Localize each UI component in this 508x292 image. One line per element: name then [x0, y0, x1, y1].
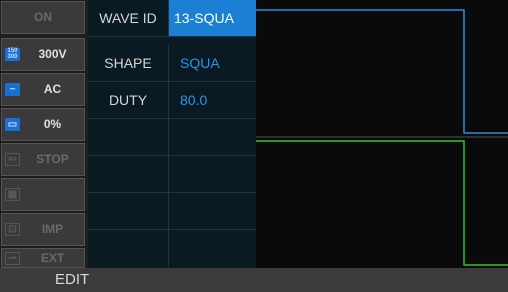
table-row [88, 230, 256, 267]
wave-id-value[interactable]: 13-SQUA [169, 0, 256, 36]
table-row [88, 119, 256, 156]
impedance-icon: ⊡ [5, 223, 20, 236]
blank-button[interactable]: ▦ [1, 178, 85, 211]
ext-button[interactable]: ⇀ EXT [1, 248, 85, 268]
table-row [88, 156, 256, 193]
empty-cell [88, 119, 169, 155]
trigger-icon: ⇀ [5, 252, 20, 265]
imp-button[interactable]: ⊡ IMP [1, 213, 85, 246]
stop-button[interactable]: ⇦ STOP [1, 143, 85, 176]
range-icon-text: 150 300 [7, 48, 18, 60]
empty-cell [88, 230, 169, 267]
range-icon: 150 300 [5, 48, 20, 61]
coupling-label: AC [43, 82, 62, 96]
edit-button[interactable]: EDIT [55, 268, 89, 292]
voltage-range-button[interactable]: 150 300 300V [1, 38, 85, 71]
table-row[interactable]: SHAPE SQUA [88, 45, 256, 82]
shape-label: SHAPE [88, 45, 169, 81]
scope-background [256, 0, 508, 268]
shape-value[interactable]: SQUA [169, 45, 256, 81]
table-row[interactable]: DUTY 80.0 [88, 82, 256, 119]
empty-cell [88, 156, 169, 192]
blank-label [24, 179, 81, 210]
left-panel: ON 150 300 300V ~ AC ▭ 0% ⇦ STOP ▦ ⊡ IMP… [0, 0, 88, 268]
waveform-display [256, 0, 508, 268]
wave-id-label: WAVE ID [88, 0, 169, 36]
on-button[interactable]: ON [1, 1, 85, 34]
bottom-bar: EDIT [0, 268, 508, 292]
stop-icon: ⇦ [5, 153, 20, 166]
voltage-label: 300V [38, 47, 67, 61]
grid-icon: ▦ [5, 188, 20, 201]
level-button[interactable]: ▭ 0% [1, 108, 85, 141]
stop-label: STOP [36, 152, 69, 166]
battery-icon: ▭ [5, 118, 20, 131]
duty-label: DUTY [88, 82, 169, 118]
table-row[interactable]: WAVE ID 13-SQUA [88, 0, 256, 37]
level-label: 0% [43, 117, 62, 131]
empty-cell [88, 193, 169, 229]
on-button-label: ON [34, 10, 52, 24]
waveform-svg [256, 0, 508, 268]
ac-wave-icon: ~ [5, 83, 20, 96]
imp-label: IMP [41, 222, 64, 236]
parameter-table: WAVE ID 13-SQUA SHAPE SQUA DUTY 80.0 [88, 0, 256, 268]
table-row [88, 193, 256, 230]
coupling-button[interactable]: ~ AC [1, 73, 85, 106]
ext-label: EXT [40, 251, 65, 265]
duty-value[interactable]: 80.0 [169, 82, 256, 118]
